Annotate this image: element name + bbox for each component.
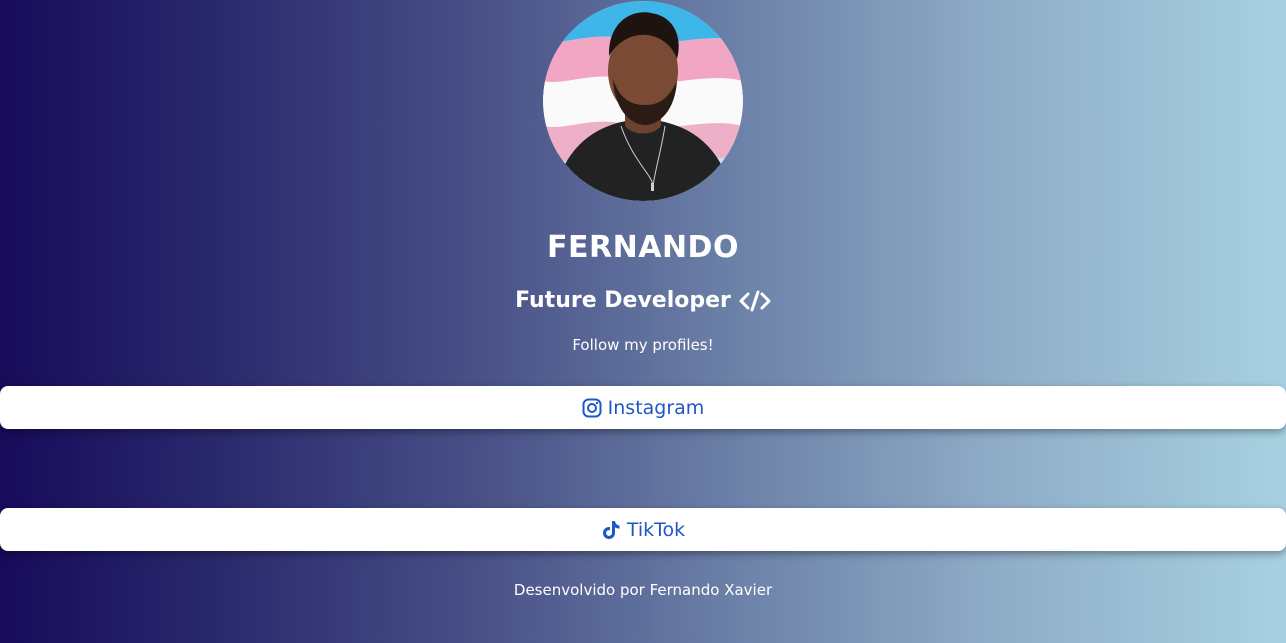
profile-name: FERNANDO <box>547 230 739 265</box>
code-icon <box>739 289 771 313</box>
instagram-icon <box>582 398 602 418</box>
instagram-link-button[interactable]: Instagram <box>0 386 1286 429</box>
profile-avatar <box>543 1 743 201</box>
tiktok-link-button[interactable]: TikTok <box>0 508 1286 551</box>
footer-credit: Desenvolvido por Fernando Xavier <box>513 581 773 599</box>
profile-role: Future Developer <box>0 288 1286 313</box>
profile-role-text: Future Developer <box>515 288 731 313</box>
follow-text: Follow my profiles! <box>572 336 714 354</box>
tiktok-icon <box>601 520 621 540</box>
avatar-image <box>543 1 743 201</box>
tiktok-link-label: TikTok <box>626 518 686 541</box>
instagram-link-label: Instagram <box>607 396 705 419</box>
